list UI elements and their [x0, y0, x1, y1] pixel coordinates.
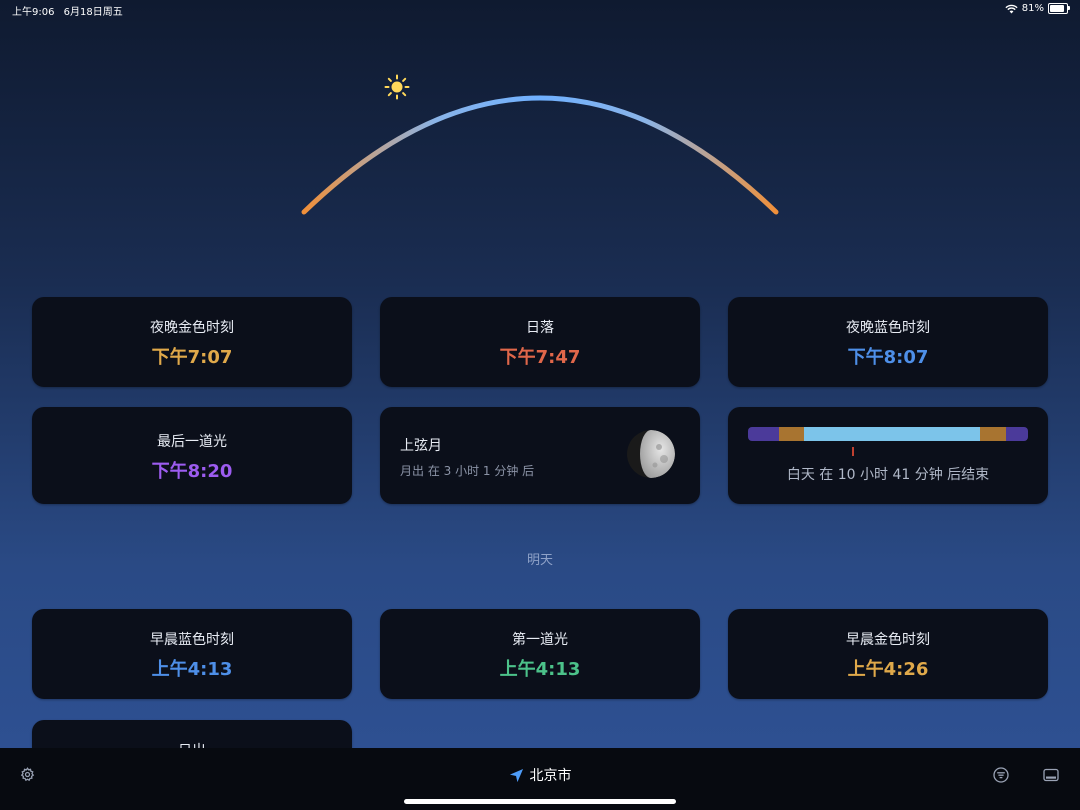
card-title: 最后一道光 — [157, 434, 227, 450]
card-time: 下午8:20 — [151, 461, 233, 482]
card-evening-blue-hour[interactable]: 夜晚蓝色时刻 下午8:07 — [728, 297, 1048, 387]
location-selector[interactable]: 北京市 — [0, 765, 1080, 785]
status-left: 上午9:06 6月18日周五 — [12, 3, 123, 18]
sun-icon — [384, 74, 410, 100]
card-moon-phase[interactable]: 上弦月 月出 在 3 小时 1 分钟 后 — [380, 407, 700, 504]
moon-icon — [627, 430, 675, 478]
daylight-remaining-text: 白天 在 10 小时 41 分钟 后结束 — [786, 467, 990, 483]
card-title: 早晨蓝色时刻 — [150, 632, 234, 648]
battery-icon — [1048, 3, 1070, 14]
card-evening-golden-hour[interactable]: 夜晚金色时刻 下午7:07 — [32, 297, 352, 387]
card-title: 夜晚蓝色时刻 — [846, 320, 930, 336]
sun-path-arc — [301, 95, 779, 215]
panel-icon[interactable] — [1043, 767, 1059, 783]
card-morning-blue-hour[interactable]: 早晨蓝色时刻 上午4:13 — [32, 609, 352, 699]
moonrise-countdown: 月出 在 3 小时 1 分钟 后 — [400, 464, 535, 478]
card-sunset[interactable]: 日落 下午7:47 — [380, 297, 700, 387]
card-title: 第一道光 — [512, 632, 568, 648]
card-title: 夜晚金色时刻 — [150, 320, 234, 336]
wifi-icon — [1005, 4, 1018, 13]
daylight-timeline-bar — [748, 427, 1028, 441]
card-time: 下午8:07 — [847, 347, 929, 368]
card-time: 下午7:47 — [499, 347, 581, 368]
status-bar: 上午9:06 6月18日周五 81% — [0, 0, 1080, 18]
card-morning-golden-hour[interactable]: 早晨金色时刻 上午4:26 — [728, 609, 1048, 699]
card-time: 上午4:13 — [151, 659, 233, 680]
battery-percent: 81% — [1021, 3, 1044, 14]
card-time: 上午4:13 — [499, 659, 581, 680]
bottom-toolbar: 北京市 — [0, 748, 1080, 810]
card-title: 早晨金色时刻 — [846, 632, 930, 648]
tomorrow-section-label: 明天 — [526, 553, 553, 568]
filter-icon[interactable] — [993, 767, 1009, 783]
location-name: 北京市 — [529, 768, 572, 784]
card-first-light[interactable]: 第一道光 上午4:13 — [380, 609, 700, 699]
current-time-marker — [852, 447, 854, 456]
card-time: 上午4:26 — [847, 659, 929, 680]
status-time: 上午9:06 — [12, 7, 55, 18]
status-date: 6月18日周五 — [63, 7, 123, 18]
location-arrow-icon — [509, 768, 523, 782]
card-title: 日落 — [526, 320, 554, 336]
card-time: 下午7:07 — [151, 347, 233, 368]
status-right: 81% — [1005, 3, 1070, 14]
card-last-light[interactable]: 最后一道光 下午8:20 — [32, 407, 352, 504]
moon-phase-title: 上弦月 — [400, 438, 442, 454]
home-indicator[interactable] — [404, 799, 676, 804]
card-daylight-timeline[interactable]: 白天 在 10 小时 41 分钟 后结束 — [728, 407, 1048, 504]
